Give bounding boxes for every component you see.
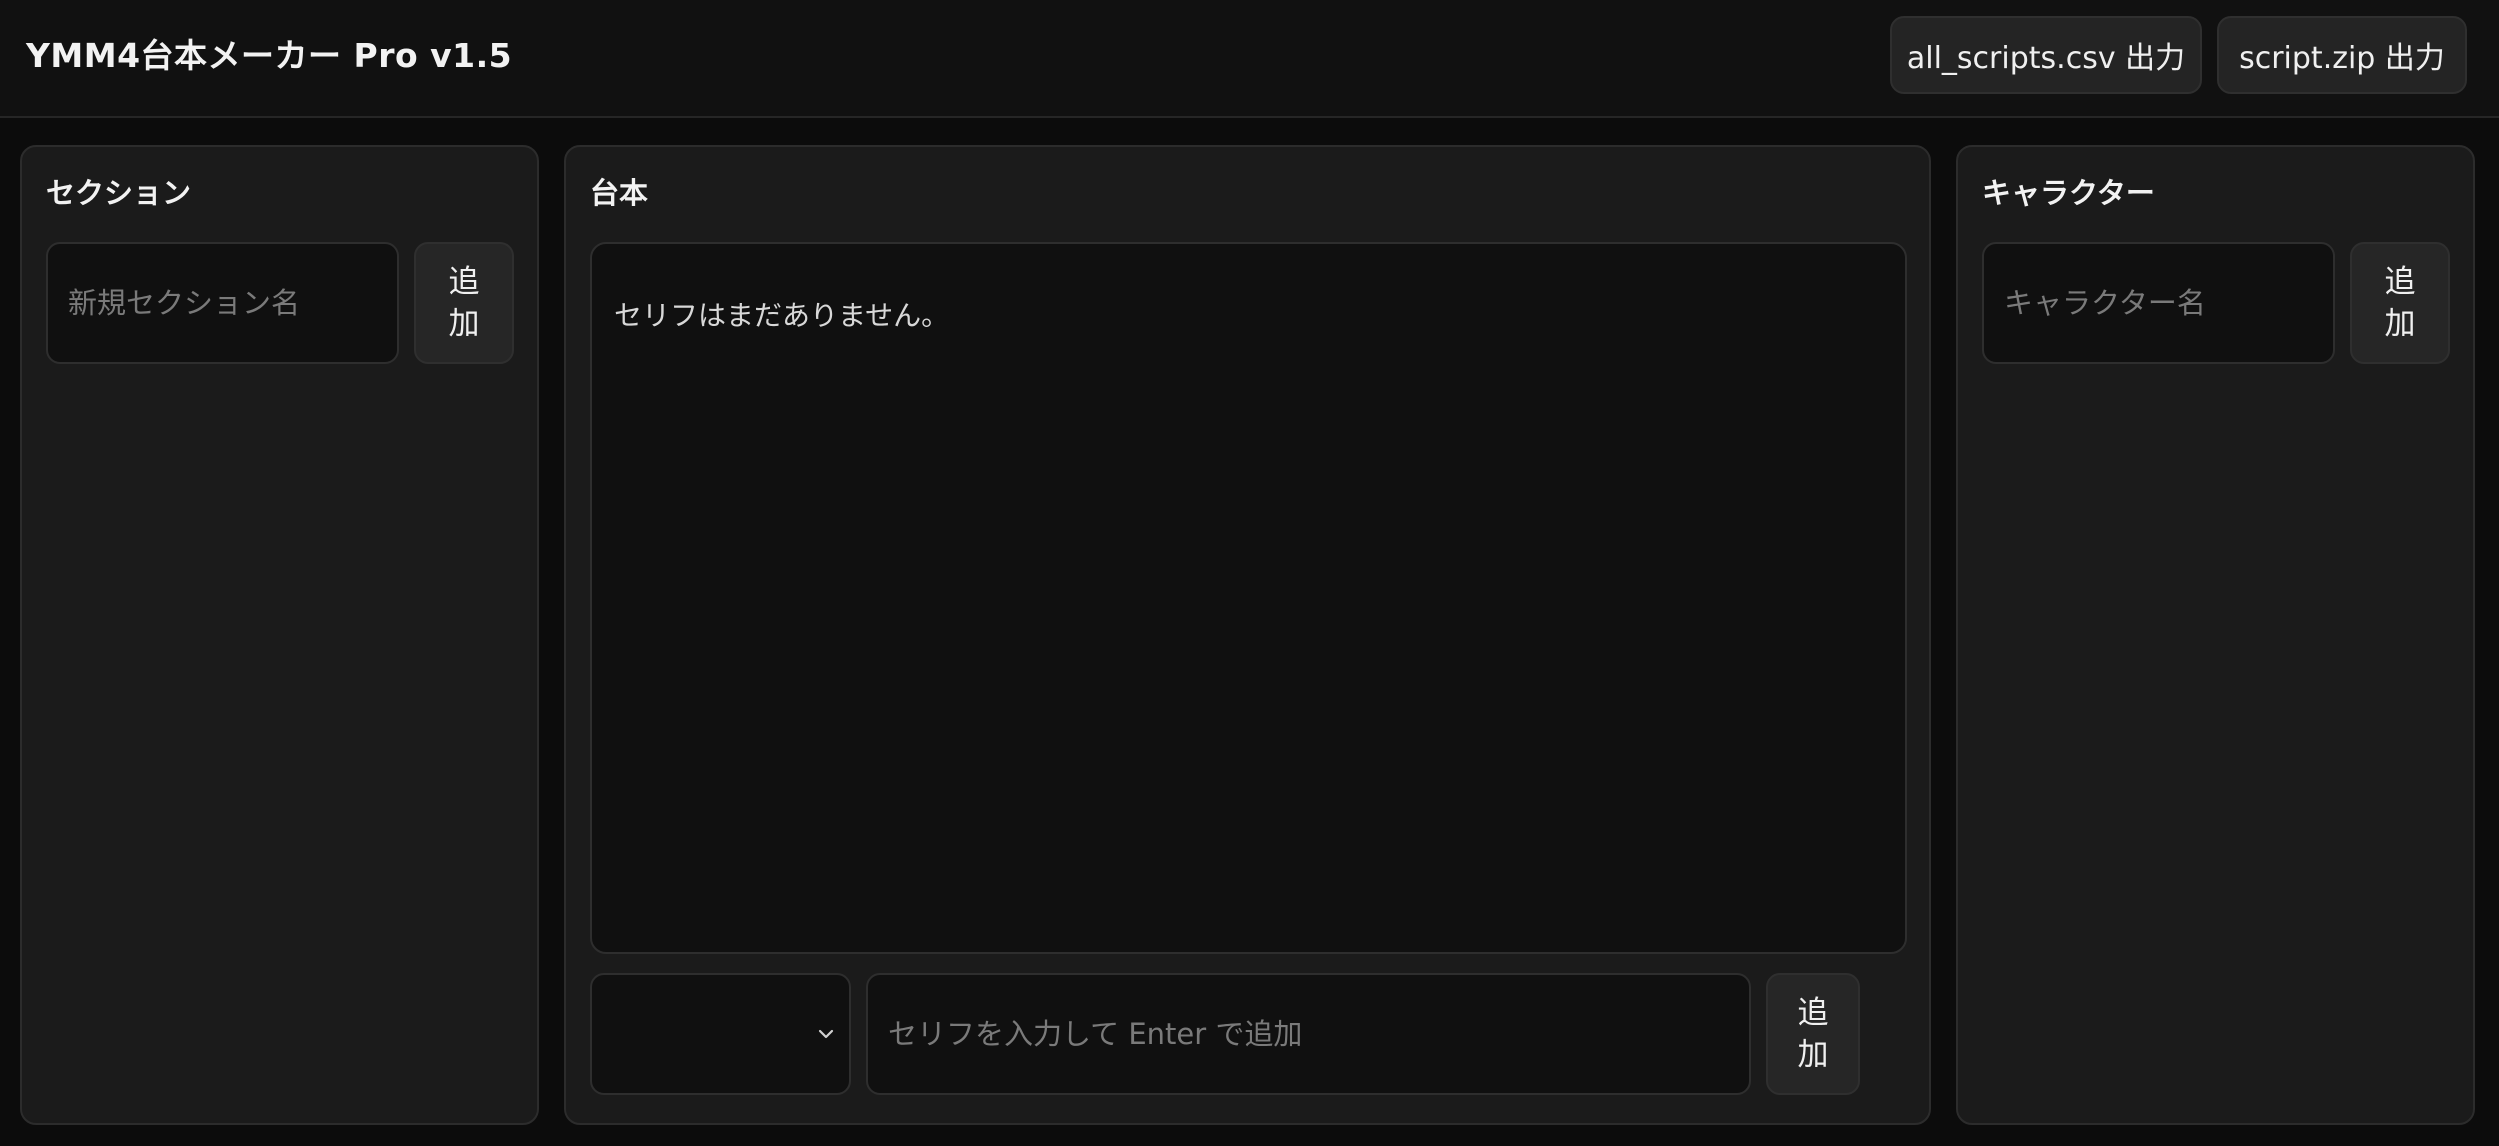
chevron-down-icon (818, 1029, 834, 1039)
add-character-button[interactable]: 追加 (2350, 242, 2450, 364)
app-root: YMM4台本メーカー Pro v1.5 all_scripts.csv 出力 s… (0, 0, 2499, 1146)
character-name-input[interactable] (1982, 242, 2335, 364)
line-input[interactable] (866, 973, 1751, 1095)
new-section-input[interactable] (46, 242, 399, 364)
add-section-button[interactable]: 追加 (414, 242, 514, 364)
export-csv-button[interactable]: all_scripts.csv 出力 (1890, 16, 2202, 94)
app-title: YMM4台本メーカー Pro v1.5 (26, 36, 513, 75)
sections-panel: セクション 追加 (20, 145, 539, 1125)
empty-script-message: セリフはまだありません。 (614, 299, 950, 332)
script-panel: 台本 セリフはまだありません。 追加 (564, 145, 1931, 1125)
add-line-button[interactable]: 追加 (1766, 973, 1860, 1095)
character-select[interactable] (590, 973, 851, 1095)
sections-panel-title: セクション (46, 176, 192, 210)
script-lines-area[interactable]: セリフはまだありません。 (590, 242, 1907, 954)
characters-panel-title: キャラクター (1982, 176, 2155, 210)
app-header: YMM4台本メーカー Pro v1.5 all_scripts.csv 出力 s… (0, 0, 2499, 118)
export-zip-button[interactable]: script.zip 出力 (2217, 16, 2467, 94)
script-panel-title: 台本 (590, 176, 649, 210)
characters-panel: キャラクター 追加 (1956, 145, 2475, 1125)
